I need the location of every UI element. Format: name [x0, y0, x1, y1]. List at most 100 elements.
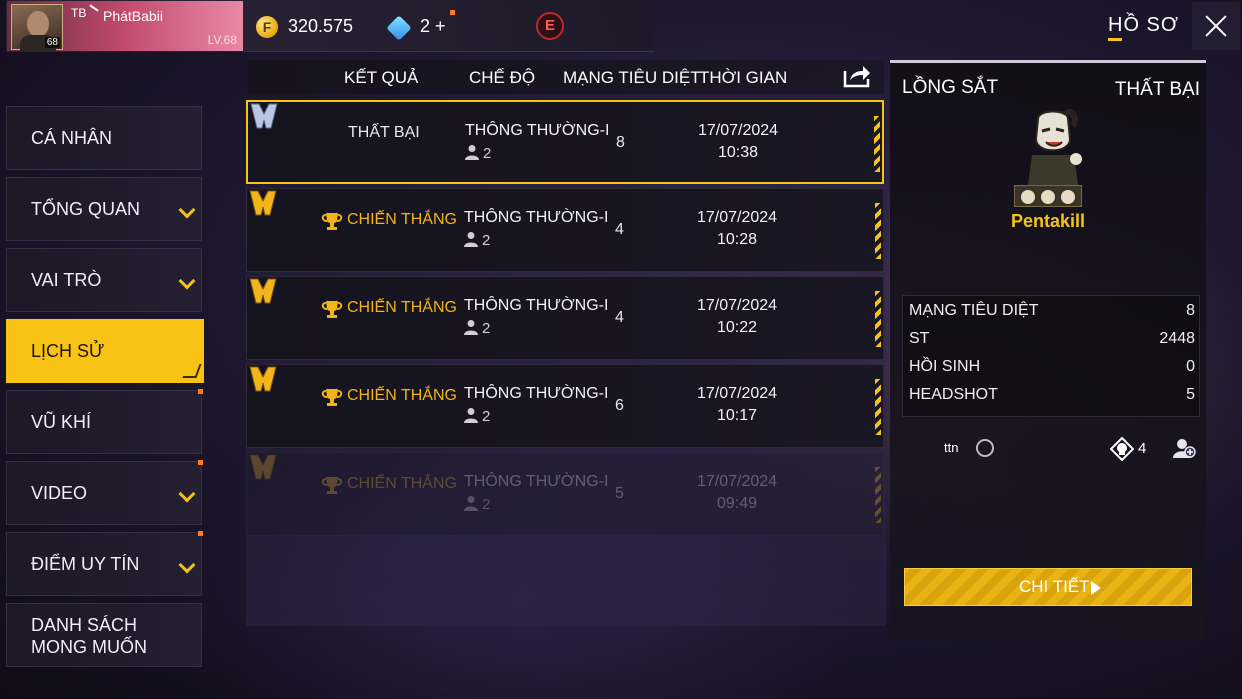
map-name: LỒNG SẮT [902, 77, 999, 98]
match-mode: THÔNG THƯỜNG-I [464, 297, 609, 314]
row-stripe-decoration [875, 203, 881, 259]
match-date: 17/07/2024 [696, 473, 778, 490]
sidebar-item-video[interactable]: VIDEO [6, 460, 203, 525]
notification-dot [198, 460, 203, 465]
row-stripe-decoration [874, 116, 880, 172]
match-result: CHIẾN THẮNG [347, 211, 457, 228]
notification-dot [198, 389, 203, 394]
sidebar-item-label: VAI TRÒ [31, 270, 102, 290]
sidebar-item-label: DANH SÁCH MONG MUỐN [31, 614, 147, 658]
match-mode: THÔNG THƯỜNG-I [465, 122, 610, 139]
gold-coin-icon: F [256, 16, 278, 38]
match-players: 2 [464, 495, 490, 513]
rank-badge-icon [249, 454, 277, 480]
sidebar-item-ca-nhan[interactable]: CÁ NHÂN [6, 106, 202, 170]
skull-icon [1021, 190, 1035, 204]
match-kills: 8 [616, 134, 625, 151]
match-detail-panel: LỒNG SẮT THẤT BẠI Pentakill MẠNG TIÊU DI… [890, 60, 1206, 640]
sidebar-item-label: CÁ NHÂN [31, 128, 113, 148]
match-date: 17/07/2024 [697, 122, 779, 139]
match-players: 2 [464, 407, 490, 425]
chevron-down-icon [178, 272, 196, 290]
person-icon [464, 320, 478, 335]
person-icon [464, 496, 478, 511]
trophy-icon [321, 213, 343, 230]
match-row[interactable]: THẤT BẠI THÔNG THƯỜNG-I 2 8 17/07/2024 1… [246, 100, 884, 184]
player-count: 2 [482, 232, 491, 249]
sidebar-item-danh-sach-mong-muon[interactable]: DANH SÁCH MONG MUỐN [6, 603, 202, 667]
profile-card[interactable]: 68 TB PhátBabii LV.68 [6, 0, 244, 52]
row-stripe-decoration [875, 379, 881, 435]
sidebar-item-label: TỔNG QUAN [31, 199, 141, 219]
column-time: THỜI GIAN [699, 68, 788, 87]
person-icon [464, 232, 478, 247]
match-kills: 4 [615, 221, 624, 238]
rank-badge-icon [250, 103, 278, 129]
player-name: PhátBabii [103, 8, 163, 24]
person-icon [465, 145, 479, 160]
detail-result: THẤT BẠI [1114, 79, 1200, 100]
sidebar-item-vai-tro[interactable]: VAI TRÒ [6, 248, 202, 312]
sidebar-item-label: VIDEO [31, 483, 88, 503]
chevron-down-icon [178, 485, 196, 503]
sidebar-item-tong-quan[interactable]: TỔNG QUAN [6, 177, 202, 241]
match-time: 10:38 [717, 144, 759, 161]
match-result: CHIẾN THẮNG [347, 475, 457, 492]
notification-dot [450, 10, 455, 15]
trophy-icon [321, 389, 343, 406]
player-level: LV.68 [207, 33, 237, 47]
match-date: 17/07/2024 [696, 297, 778, 314]
diamond-add-button[interactable]: + [435, 16, 446, 36]
match-time: 10:17 [716, 407, 758, 424]
detail-button[interactable]: CHI TIẾT [904, 568, 1192, 606]
match-players: 2 [464, 231, 490, 249]
match-row[interactable]: CHIẾN THẮNG THÔNG THƯỜNG-I 2 6 17/07/202… [246, 364, 884, 448]
stat-label: MẠNG TIÊU DIỆT [909, 302, 1039, 319]
stat-row: HỒI SINH 0 [909, 354, 1195, 382]
match-mode: THÔNG THƯỜNG-I [464, 209, 609, 226]
column-mode: CHẾ ĐỘ [469, 68, 536, 87]
label-line-2: MONG MUỐN [31, 637, 147, 657]
share-icon[interactable] [842, 63, 872, 89]
person-icon [464, 408, 478, 423]
match-row[interactable]: CHIẾN THẮNG THÔNG THƯỜNG-I 2 4 17/07/202… [246, 188, 884, 272]
stat-row: HEADSHOT 5 [909, 382, 1195, 410]
match-row[interactable]: CHIẾN THẮNG THÔNG THƯỜNG-I 2 4 17/07/202… [246, 276, 884, 360]
match-mode: THÔNG THƯỜNG-I [464, 385, 609, 402]
gold-amount: 320.575 [288, 16, 354, 36]
add-friend-icon[interactable] [1172, 436, 1196, 460]
stat-label: ST [909, 330, 930, 347]
sidebar-item-lich-su[interactable]: LỊCH SỬ [6, 319, 204, 383]
row-stripe-decoration [875, 467, 881, 523]
teammate-emblem-icon [976, 439, 994, 457]
close-button[interactable] [1192, 2, 1240, 50]
elite-pass-icon[interactable]: E [536, 12, 564, 40]
match-list-header: KẾT QUẢ CHẾ ĐỘ MẠNG TIÊU DIỆT THỜI GIAN [248, 60, 884, 94]
notification-dot [198, 531, 203, 536]
stat-value: 0 [1186, 358, 1195, 375]
match-row[interactable]: CHIẾN THẮNG THÔNG THƯỜNG-I 2 5 17/07/202… [246, 452, 884, 536]
diamond-amount[interactable]: 2 + [420, 16, 446, 37]
page-title: HỒ SƠ [1108, 14, 1180, 36]
player-count: 2 [482, 408, 491, 425]
teammate-name: ttn [944, 440, 959, 455]
teammate-row[interactable]: ttn 4 [890, 433, 1206, 463]
player-count: 2 [482, 496, 491, 513]
clan-tag: TB [71, 6, 87, 20]
match-kills: 4 [615, 309, 624, 326]
top-bar: 68 TB PhátBabii LV.68 F 320.575 2 + E HỒ… [0, 0, 1242, 54]
badge-name: Pentakill [1010, 211, 1086, 231]
chevron-down-icon [178, 556, 196, 574]
match-stats[interactable]: MẠNG TIÊU DIỆT 8 ST 2448 HỒI SINH 0 HEAD… [902, 295, 1200, 417]
avatar[interactable]: 68 [11, 4, 63, 51]
sidebar-item-label: LỊCH SỬ [31, 341, 105, 361]
match-players: 2 [464, 319, 490, 337]
trophy-icon [321, 301, 343, 318]
sidebar-item-diem-uy-tin[interactable]: ĐIỂM UY TÍN [6, 531, 203, 596]
avatar-face [27, 11, 49, 37]
stat-row: MẠNG TIÊU DIỆT 8 [909, 298, 1195, 326]
rank-badge-icon [249, 278, 277, 304]
sidebar-item-vu-khi[interactable]: VŨ KHÍ [6, 389, 203, 454]
match-mode: THÔNG THƯỜNG-I [464, 473, 609, 490]
column-result: KẾT QUẢ [344, 68, 419, 87]
